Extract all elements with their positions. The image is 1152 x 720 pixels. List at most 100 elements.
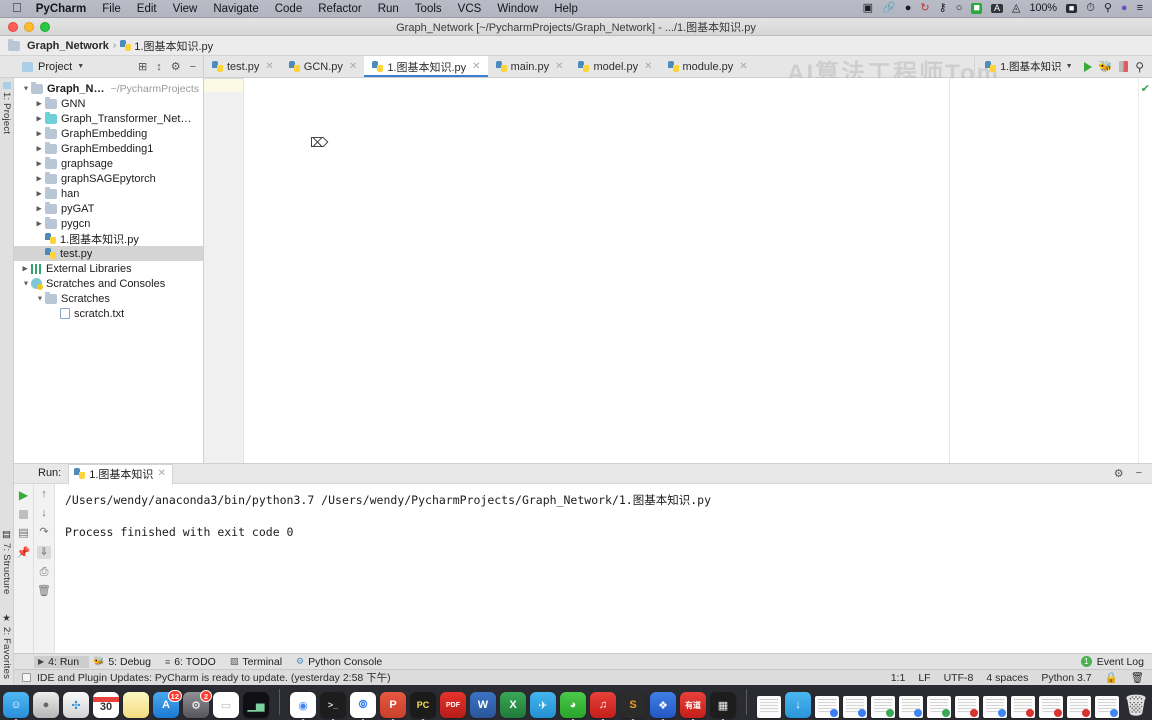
- maximize-window-button[interactable]: [40, 21, 50, 32]
- battery-icon[interactable]: ■: [1065, 4, 1078, 13]
- dock-minimized-document-window-10[interactable]: [1039, 696, 1063, 718]
- shield-icon[interactable]: ●: [905, 3, 912, 14]
- menu-item-window[interactable]: Window: [497, 3, 538, 15]
- close-icon[interactable]: ✕: [265, 61, 273, 72]
- menu-item-code[interactable]: Code: [275, 3, 303, 15]
- menu-item-pycharm[interactable]: PyCharm: [36, 3, 87, 15]
- rerun-run-icon[interactable]: ▶: [19, 489, 28, 501]
- dock-icon-system-preferences[interactable]: ⚙ 2: [183, 690, 212, 718]
- tree-node-pygcn[interactable]: pygcn: [14, 216, 203, 231]
- run-tab-tu-jiben-zhishi[interactable]: 1.图基本知识 ✕: [68, 463, 173, 485]
- tree-node-graph-network[interactable]: Graph_Network ~/PycharmProjects: [14, 81, 203, 96]
- editor-tab-gcn-py[interactable]: GCN.py ✕: [281, 56, 365, 77]
- twisty-collapsed-icon[interactable]: [34, 114, 45, 123]
- settings-gear-icon[interactable]: ⚙: [171, 60, 181, 73]
- tree-node-graphembedding1[interactable]: GraphEmbedding1: [14, 141, 203, 156]
- dock-icon-activity-monitor[interactable]: ▁▅: [243, 692, 269, 718]
- twisty-collapsed-icon[interactable]: [34, 189, 45, 198]
- dock-icon-pycharm[interactable]: PC: [410, 692, 436, 718]
- editor-tab-test-py[interactable]: test.py ✕: [204, 56, 281, 77]
- editor-text-area[interactable]: ⌦: [244, 78, 1138, 463]
- tree-node-graphsage[interactable]: graphsage: [14, 156, 203, 171]
- dock-minimized-document-window-12[interactable]: [1095, 696, 1119, 718]
- breadcrumb-project[interactable]: Graph_Network: [8, 38, 109, 52]
- dock-icon-tencent-meeting[interactable]: ⦾: [350, 692, 376, 718]
- list-icon[interactable]: ≡: [1137, 3, 1143, 14]
- pin-icon[interactable]: 📌: [17, 547, 31, 559]
- tree-node-tu-jiben-zhishi-py[interactable]: 1.图基本知识.py: [14, 231, 203, 246]
- sidebar-item-project[interactable]: 1: Project: [1, 82, 12, 134]
- tree-node-graph-transformer-networks[interactable]: Graph_Transformer_Networks: [14, 111, 203, 126]
- tree-node-test-py[interactable]: test.py: [14, 246, 203, 261]
- run-console-output[interactable]: /Users/wendy/anaconda3/bin/python3.7 /Us…: [55, 483, 1152, 654]
- close-icon[interactable]: ✕: [644, 61, 652, 72]
- hide-minus-icon[interactable]: −: [1136, 467, 1142, 480]
- event-log-button[interactable]: 1 Event Log: [1080, 656, 1152, 668]
- dock-icon-calendar[interactable]: 30: [93, 692, 119, 718]
- run-triangle-icon[interactable]: [1083, 61, 1092, 72]
- dock-icon-finder[interactable]: ☺: [3, 692, 29, 718]
- twisty-collapsed-icon[interactable]: [34, 159, 45, 168]
- checkmark-ok-icon[interactable]: ✔: [1141, 82, 1150, 95]
- project-tree[interactable]: Graph_Network ~/PycharmProjects GNN Grap…: [14, 78, 204, 463]
- tool-window-button-debug[interactable]: 🐝 5: Debug: [89, 656, 161, 668]
- dock-icon-safari[interactable]: ✣: [63, 692, 89, 718]
- tree-node-graphsagepytorch[interactable]: graphSAGEpytorch: [14, 171, 203, 186]
- debug-bug-icon[interactable]: 🐝: [1099, 60, 1113, 73]
- tree-node-pygat[interactable]: pyGAT: [14, 201, 203, 216]
- dock-icon-app-store[interactable]: A 12: [153, 690, 182, 718]
- dock-minimized-document-window-3[interactable]: [843, 696, 867, 718]
- dock-icon-trash[interactable]: 🗑: [1123, 692, 1149, 718]
- tree-node-scratches-and-consoles[interactable]: Scratches and Consoles: [14, 276, 203, 291]
- close-icon[interactable]: ✕: [157, 468, 165, 479]
- editor-pane[interactable]: ⌦ ✔: [204, 78, 1152, 463]
- scroll-down-icon[interactable]: ↓: [41, 507, 47, 519]
- dock-icon-google-chrome[interactable]: ◉: [290, 692, 316, 718]
- tree-node-external-libraries[interactable]: External Libraries: [14, 261, 203, 276]
- dock-icon-iterm-terminal[interactable]: >_: [320, 692, 346, 718]
- tree-node-han[interactable]: han: [14, 186, 203, 201]
- twisty-collapsed-icon[interactable]: [34, 129, 45, 138]
- close-icon[interactable]: ✕: [472, 61, 480, 72]
- dock-icon-pdf-reader[interactable]: PDF: [440, 692, 466, 718]
- tool-window-button-python-console[interactable]: ⚙ Python Console: [292, 656, 392, 668]
- editor-tab-main-py[interactable]: main.py ✕: [488, 56, 571, 77]
- twisty-collapsed-icon[interactable]: [34, 174, 45, 183]
- dock-icon-feishu[interactable]: ❖: [650, 692, 676, 718]
- lock-icon[interactable]: 🔒: [1105, 671, 1118, 684]
- status-checkbox-icon[interactable]: [22, 673, 31, 682]
- link-chain-icon[interactable]: 🔗: [882, 3, 896, 14]
- settings-gear-icon[interactable]: ⚙: [1114, 467, 1124, 480]
- tool-window-button-todo[interactable]: ≡ 6: TODO: [161, 656, 226, 668]
- editor-tab-module-py[interactable]: module.py ✕: [660, 56, 755, 77]
- editor-inspection-scrollbar[interactable]: ✔: [1138, 78, 1152, 463]
- target-locate-icon[interactable]: ⊞: [138, 60, 147, 73]
- menu-item-view[interactable]: View: [173, 3, 198, 15]
- greenshot-icon[interactable]: ■: [971, 3, 982, 14]
- search-icon[interactable]: ⚲: [1104, 3, 1112, 14]
- dock-icon-netease-music[interactable]: ♫: [590, 692, 616, 718]
- indent-setting[interactable]: 4 spaces: [986, 672, 1028, 684]
- chevron-down-icon[interactable]: ▼: [1066, 63, 1073, 70]
- python-interpreter[interactable]: Python 3.7: [1041, 672, 1091, 684]
- dock-minimized-document-window-1[interactable]: [757, 696, 781, 718]
- tree-node-gnn[interactable]: GNN: [14, 96, 203, 111]
- minimize-window-button[interactable]: [24, 21, 34, 32]
- bluetooth-icon[interactable]: ○: [956, 3, 963, 14]
- twisty-collapsed-icon[interactable]: [34, 219, 45, 228]
- editor-tab-model-py[interactable]: model.py ✕: [570, 56, 659, 77]
- close-icon[interactable]: ✕: [349, 61, 357, 72]
- menu-item-vcs[interactable]: VCS: [458, 3, 482, 15]
- caret-position[interactable]: 1:1: [891, 672, 906, 684]
- dock-icon-telegram[interactable]: ✈: [530, 692, 556, 718]
- sidebar-item-favorites[interactable]: ★ 2: Favorites: [1, 613, 12, 679]
- twisty-collapsed-icon[interactable]: [20, 264, 31, 273]
- search-icon[interactable]: ⚲: [1135, 60, 1144, 74]
- twisty-expanded-icon[interactable]: [34, 294, 45, 303]
- editor-gutter[interactable]: [204, 78, 244, 463]
- dock-minimized-document-window-11[interactable]: [1067, 696, 1091, 718]
- menu-item-navigate[interactable]: Navigate: [213, 3, 258, 15]
- breadcrumb-file[interactable]: 1.图基本知识.py: [120, 38, 213, 54]
- clock-icon[interactable]: ⏱: [1086, 3, 1095, 14]
- dock-minimized-document-window-2[interactable]: [815, 696, 839, 718]
